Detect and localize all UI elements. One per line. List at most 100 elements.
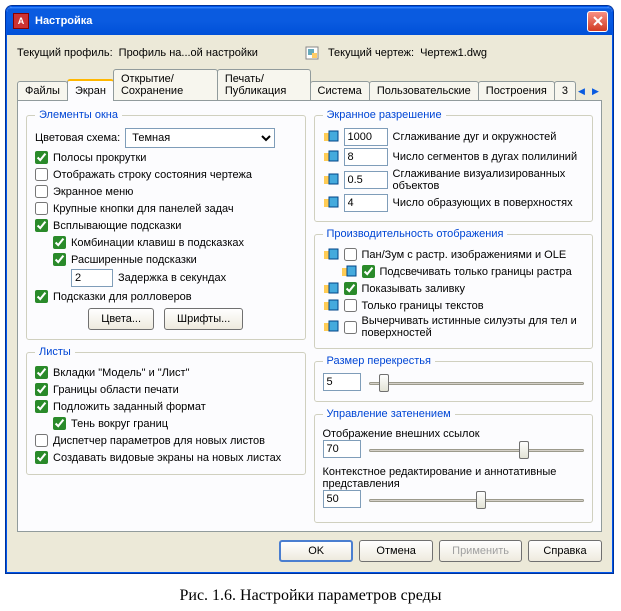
config-icon	[323, 299, 339, 313]
surf-contour-input[interactable]	[344, 194, 388, 212]
group-window-elements: Элементы окна Цветовая схема: Темная Пол…	[26, 109, 306, 340]
apply-fill-label: Показывать заливку	[362, 283, 465, 295]
tab-screen[interactable]: Экран	[67, 79, 114, 101]
shadow-checkbox[interactable]	[53, 417, 66, 430]
poly-seg-input[interactable]	[344, 148, 388, 166]
render-smooth-input[interactable]	[344, 171, 388, 189]
true-silhouettes-label: Вычерчивать истинные силуэты для тел и п…	[362, 315, 585, 339]
tooltips-label: Всплывающие подсказки	[53, 220, 181, 232]
pan-zoom-label: Пан/Зум с растр. изображениями и OLE	[362, 249, 567, 261]
rollover-tips-checkbox[interactable]	[35, 290, 48, 303]
config-icon	[323, 130, 339, 144]
cancel-button[interactable]: Отмена	[359, 540, 433, 562]
true-silhouettes-checkbox[interactable]	[344, 321, 357, 334]
tab-3d[interactable]: 3	[554, 81, 576, 100]
delay-label: Задержка в секундах	[118, 272, 226, 284]
apply-fill-checkbox[interactable]	[344, 282, 357, 295]
current-profile-label: Текущий профиль:	[17, 47, 113, 59]
delay-input[interactable]	[71, 269, 113, 287]
tab-scroll-right-icon[interactable]: ▶	[589, 84, 602, 99]
colors-button[interactable]: Цвета...	[88, 308, 154, 330]
render-smooth-label: Сглаживание визуализированных объектов	[393, 168, 585, 192]
legend-crosshair: Размер перекрестья	[323, 355, 435, 367]
dialog-button-row: OK Отмена Применить Справка	[17, 532, 602, 562]
drawing-icon	[304, 45, 320, 61]
large-buttons-label: Крупные кнопки для панелей задач	[53, 203, 234, 215]
close-icon[interactable]	[587, 11, 608, 32]
crosshair-slider[interactable]	[369, 373, 585, 393]
current-drawing-label: Текущий чертеж:	[328, 47, 414, 59]
group-crosshair: Размер перекрестья	[314, 355, 594, 402]
xref-fade-slider[interactable]	[369, 440, 585, 460]
group-performance: Производительность отображения Пан/Зум с…	[314, 228, 594, 349]
highlight-raster-checkbox[interactable]	[362, 265, 375, 278]
app-icon: A	[13, 13, 29, 29]
model-layout-tabs-checkbox[interactable]	[35, 366, 48, 379]
statusbar-checkbox[interactable]	[35, 168, 48, 181]
pan-zoom-checkbox[interactable]	[344, 248, 357, 261]
tab-scroll-left-icon[interactable]: ◀	[575, 84, 588, 99]
right-column: Экранное разрешение Сглаживание дуг и ок…	[314, 109, 594, 523]
group-resolution: Экранное разрешение Сглаживание дуг и ок…	[314, 109, 594, 222]
screen-menu-checkbox[interactable]	[35, 185, 48, 198]
fonts-button[interactable]: Шрифты...	[164, 308, 243, 330]
color-scheme-select[interactable]: Темная	[125, 128, 275, 148]
tab-user[interactable]: Пользовательские	[369, 81, 479, 100]
tab-files[interactable]: Файлы	[17, 81, 68, 100]
config-icon	[323, 173, 339, 187]
extended-tips-checkbox[interactable]	[53, 253, 66, 266]
statusbar-label: Отображать строку состояния чертежа	[53, 169, 252, 181]
tab-panel-screen: Элементы окна Цветовая схема: Темная Пол…	[17, 101, 602, 532]
paper-bg-label: Подложить заданный формат	[53, 401, 206, 413]
text-frame-checkbox[interactable]	[344, 299, 357, 312]
window-title: Настройка	[35, 15, 587, 27]
model-layout-tabs-label: Вкладки "Модель" и "Лист"	[53, 367, 190, 379]
scrollbars-label: Полосы прокрутки	[53, 152, 146, 164]
profile-row: Текущий профиль: Профиль на...ой настрой…	[17, 43, 602, 69]
xref-fade-input[interactable]	[323, 440, 361, 458]
surf-contour-label: Число образующих в поверхностях	[393, 197, 585, 209]
x-icon	[593, 16, 603, 26]
current-drawing-value: Чертеж1.dwg	[420, 47, 487, 59]
scrollbars-checkbox[interactable]	[35, 151, 48, 164]
poly-seg-label: Число сегментов в дугах полилиний	[393, 151, 585, 163]
tab-drafting[interactable]: Построения	[478, 81, 555, 100]
tab-system[interactable]: Система	[310, 81, 370, 100]
current-profile-value: Профиль на...ой настройки	[119, 47, 258, 59]
inplace-fade-input[interactable]	[323, 490, 361, 508]
arc-smooth-input[interactable]	[344, 128, 388, 146]
tab-strip: Файлы Экран Открытие/Сохранение Печать/П…	[17, 69, 602, 101]
apply-button[interactable]: Применить	[439, 540, 522, 562]
config-icon	[341, 265, 357, 279]
inplace-fade-slider[interactable]	[369, 490, 585, 510]
ok-button[interactable]: OK	[279, 540, 353, 562]
print-area-label: Границы области печати	[53, 384, 179, 396]
paper-bg-checkbox[interactable]	[35, 400, 48, 413]
crosshair-input[interactable]	[323, 373, 361, 391]
print-area-checkbox[interactable]	[35, 383, 48, 396]
tooltips-checkbox[interactable]	[35, 219, 48, 232]
config-icon	[323, 150, 339, 164]
group-fade-control: Управление затенением Отображение внешни…	[314, 408, 594, 523]
left-column: Элементы окна Цветовая схема: Темная Пол…	[26, 109, 306, 523]
help-button[interactable]: Справка	[528, 540, 602, 562]
shortcut-keys-checkbox[interactable]	[53, 236, 66, 249]
extended-tips-label: Расширенные подсказки	[71, 254, 197, 266]
config-icon	[323, 196, 339, 210]
color-scheme-label: Цветовая схема:	[35, 132, 120, 144]
dialog-body: Текущий профиль: Профиль на...ой настрой…	[7, 35, 612, 572]
titlebar[interactable]: A Настройка	[7, 7, 612, 35]
large-buttons-checkbox[interactable]	[35, 202, 48, 215]
arc-smooth-label: Сглаживание дуг и окружностей	[393, 131, 585, 143]
create-viewports-checkbox[interactable]	[35, 451, 48, 464]
tab-print[interactable]: Печать/Публикация	[217, 69, 311, 100]
text-frame-label: Только границы текстов	[362, 300, 484, 312]
tab-open-save[interactable]: Открытие/Сохранение	[113, 69, 218, 100]
legend-performance: Производительность отображения	[323, 228, 508, 240]
highlight-raster-label: Подсвечивать только границы растра	[380, 266, 572, 278]
create-viewports-label: Создавать видовые экраны на новых листах	[53, 452, 281, 464]
screen-menu-label: Экранное меню	[53, 186, 133, 198]
shortcut-keys-label: Комбинации клавиш в подсказках	[71, 237, 244, 249]
figure-caption: Рис. 1.6. Настройки параметров среды	[6, 573, 615, 605]
page-setup-mgr-checkbox[interactable]	[35, 434, 48, 447]
